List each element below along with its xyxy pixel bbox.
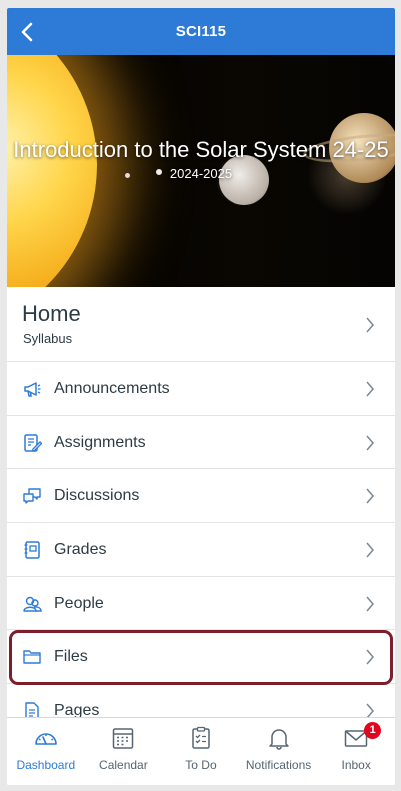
course-nav-list: Announcements Assignments Discussions Gr… bbox=[7, 362, 395, 738]
course-header: SCI115 bbox=[7, 8, 395, 55]
home-nav-item[interactable]: Home Syllabus bbox=[7, 287, 395, 362]
folder-icon bbox=[23, 650, 41, 665]
tab-inbox[interactable]: 1 Inbox bbox=[317, 718, 395, 785]
tab-label: Dashboard bbox=[16, 758, 76, 772]
tab-calendar[interactable]: Calendar bbox=[85, 718, 163, 785]
tab-todo[interactable]: To Do bbox=[162, 718, 240, 785]
nav-item-discussions[interactable]: Discussions bbox=[7, 469, 395, 524]
gradebook-icon bbox=[24, 541, 40, 559]
chevron-left-icon bbox=[21, 22, 33, 42]
chevron-right-icon bbox=[366, 488, 374, 504]
nav-item-grades[interactable]: Grades bbox=[7, 523, 395, 577]
nav-item-label: Announcements bbox=[54, 380, 170, 397]
course-banner-image: Introduction to the Solar System 24-25 2… bbox=[7, 55, 395, 287]
tab-label: Calendar bbox=[99, 758, 148, 772]
nav-item-assignments[interactable]: Assignments bbox=[7, 416, 395, 470]
todo-icon bbox=[192, 726, 210, 749]
back-button[interactable] bbox=[11, 16, 43, 48]
chevron-right-icon bbox=[366, 649, 374, 665]
nav-item-people[interactable]: People bbox=[7, 577, 395, 631]
course-name: Introduction to the Solar System 24-25 bbox=[13, 137, 389, 162]
nav-item-announcements[interactable]: Announcements bbox=[7, 362, 395, 416]
nav-item-label: Grades bbox=[54, 541, 107, 559]
home-title: Home bbox=[22, 301, 81, 326]
home-subtitle: Syllabus bbox=[23, 331, 73, 346]
chevron-right-icon bbox=[366, 317, 374, 333]
bell-icon bbox=[268, 729, 289, 750]
bottom-tab-bar: Dashboard Calendar To Do Notifications 1… bbox=[7, 717, 395, 785]
tab-notifications[interactable]: Notifications bbox=[240, 718, 318, 785]
people-icon bbox=[23, 596, 42, 612]
nav-item-label: Discussions bbox=[54, 487, 140, 505]
discussion-icon bbox=[23, 488, 41, 505]
nav-item-label: Assignments bbox=[54, 433, 146, 451]
tab-label: Inbox bbox=[341, 758, 371, 772]
dashboard-icon bbox=[34, 733, 57, 745]
assignment-icon bbox=[24, 433, 42, 452]
nav-item-files[interactable]: Files bbox=[7, 630, 395, 685]
chevron-right-icon bbox=[366, 542, 374, 558]
nav-item-label: Files bbox=[54, 648, 88, 666]
course-banner-text: Introduction to the Solar System 24-25 2… bbox=[7, 137, 395, 181]
chevron-right-icon bbox=[366, 596, 374, 612]
app-screen: SCI115 Introduction to the Solar System … bbox=[7, 8, 395, 785]
tab-dashboard[interactable]: Dashboard bbox=[7, 718, 85, 785]
nav-item-label: People bbox=[54, 594, 104, 612]
calendar-icon bbox=[113, 728, 134, 749]
tab-label: To Do bbox=[185, 758, 217, 772]
chevron-right-icon bbox=[366, 381, 374, 397]
megaphone-icon bbox=[24, 382, 41, 397]
chevron-right-icon bbox=[366, 435, 374, 451]
course-code-title: SCI115 bbox=[175, 23, 227, 40]
course-term: 2024-2025 bbox=[169, 166, 233, 181]
tab-label: Notifications bbox=[245, 758, 312, 772]
unread-count-badge: 1 bbox=[364, 722, 382, 739]
